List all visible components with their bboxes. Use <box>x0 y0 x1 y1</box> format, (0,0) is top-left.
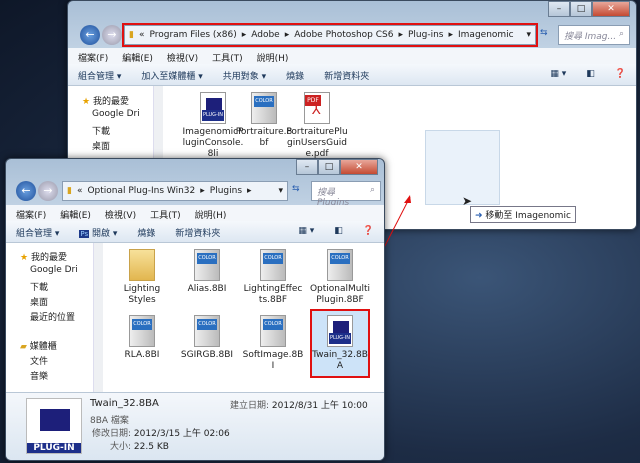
file-item[interactable]: RLA.8BI <box>111 315 173 361</box>
color-file-icon <box>194 249 220 281</box>
size-label: 大小: <box>110 442 132 452</box>
size-value: 22.5 KB <box>133 442 169 452</box>
plugin-file-icon <box>327 315 353 347</box>
star-icon: ★ <box>20 253 29 263</box>
color-file-icon <box>129 315 155 347</box>
plugin-large-icon: PLUG-IN <box>26 398 82 454</box>
chevron-down-icon[interactable]: ▾ <box>278 186 283 196</box>
sidebar-item-libraries[interactable]: ▰ 媒體櫃 <box>6 337 101 352</box>
color-file-icon <box>327 249 353 281</box>
folder-icon: ▮ <box>67 186 72 196</box>
menu-edit[interactable]: 編輯(E) <box>60 208 91 221</box>
menu-help[interactable]: 說明(H) <box>195 208 227 221</box>
menu-file[interactable]: 檔案(F) <box>16 208 46 221</box>
forward-button[interactable]: → <box>38 181 58 201</box>
created-label: 建立日期: <box>230 401 270 411</box>
color-file-icon <box>260 249 286 281</box>
search-input[interactable]: 搜尋 Plugins ⌕ <box>311 181 381 208</box>
sidebar-item-desktop[interactable]: 桌面 <box>6 293 101 308</box>
file-item[interactable]: Alias.8BI <box>176 249 238 295</box>
view-options-icon[interactable]: ▦ ▾ <box>298 226 314 237</box>
modified-label: 修改日期: <box>92 429 132 439</box>
photoshop-icon: Ps <box>79 230 90 238</box>
sidebar-item-google-drive[interactable]: Google Dri <box>6 263 101 278</box>
details-filename: Twain_32.8BA <box>90 398 159 409</box>
open-button[interactable]: Ps 開啟 ▾ <box>79 226 117 239</box>
file-item[interactable]: SoftImage.8BI <box>242 315 304 372</box>
file-item[interactable]: SGIRGB.8BI <box>176 315 238 361</box>
sidebar-item-favorites[interactable]: ★ 我的最愛 <box>6 248 101 263</box>
file-item[interactable]: Lighting Styles <box>111 249 173 306</box>
modified-value: 2012/3/15 上午 02:06 <box>133 429 230 439</box>
file-item[interactable]: OptionalMultiPlugin.8BF <box>309 249 371 306</box>
maximize-button[interactable]: □ <box>318 159 340 175</box>
color-file-icon <box>194 315 220 347</box>
breadcrumb-item[interactable]: Optional Plug-Ins Win32 <box>87 186 195 196</box>
sidebar-item-downloads[interactable]: 下載 <box>6 278 101 293</box>
created-value: 2012/8/31 上午 10:00 <box>271 401 368 411</box>
breadcrumb-overflow[interactable]: « <box>77 186 83 196</box>
sidebar-item-music[interactable]: 音樂 <box>6 367 101 382</box>
search-icon: ⌕ <box>369 185 375 195</box>
refresh-icon[interactable]: ⇆ <box>292 184 300 194</box>
close-button[interactable]: ✕ <box>340 159 378 175</box>
burn-button[interactable]: 燒錄 <box>137 226 155 239</box>
sidebar-scrollbar[interactable] <box>93 243 103 392</box>
address-bar[interactable]: ▮ « Optional Plug-Ins Win32 ▸ Plugins ▸ ▾ <box>62 181 288 201</box>
preview-pane-icon[interactable]: ◧ <box>334 226 343 237</box>
library-icon: ▰ <box>20 342 27 352</box>
menu-view[interactable]: 檢視(V) <box>105 208 136 221</box>
help-icon[interactable]: ❓ <box>363 226 374 237</box>
details-pane: PLUG-IN Twain_32.8BA 8BA 檔案 修改日期: 2012/3… <box>6 392 384 460</box>
back-button[interactable]: ← <box>16 181 36 201</box>
minimize-button[interactable]: – <box>296 159 318 175</box>
color-file-icon <box>260 315 286 347</box>
details-type: 8BA 檔案 <box>90 416 129 426</box>
folder-icon <box>129 249 155 281</box>
sidebar-item-documents[interactable]: 文件 <box>6 352 101 367</box>
front-explorer-window: – □ ✕ ← → ▮ « Optional Plug-Ins Win32 ▸ Plug… <box>5 158 385 461</box>
organize-button[interactable]: 組合管理 ▾ <box>16 226 59 239</box>
sidebar-item-recent[interactable]: 最近的位置 <box>6 308 101 323</box>
menu-tools[interactable]: 工具(T) <box>150 208 181 221</box>
move-arrow-icon: ➜ <box>475 211 483 221</box>
file-item-selected[interactable]: Twain_32.8BA <box>310 309 370 378</box>
breadcrumb-item[interactable]: Plugins <box>210 186 242 196</box>
file-item[interactable]: LightingEffects.8BF <box>242 249 304 306</box>
new-folder-button[interactable]: 新增資料夾 <box>175 226 220 239</box>
drag-tooltip: ➜ 移動至 Imagenomic <box>470 206 576 223</box>
